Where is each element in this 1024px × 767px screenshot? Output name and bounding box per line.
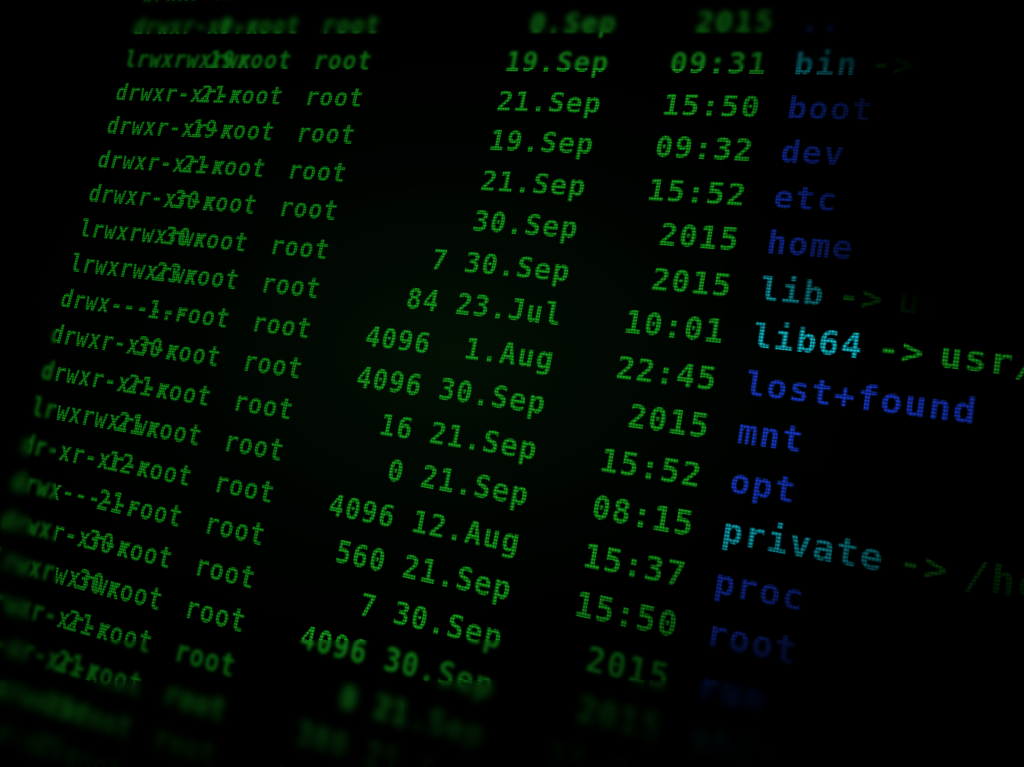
symlink-arrow-icon: -> (896, 539, 952, 595)
row-day: 30. (461, 245, 521, 285)
row-permissions: lrwxrwxrwx (121, 45, 256, 75)
row-owner: root (234, 45, 296, 76)
row-filename[interactable]: etc (771, 178, 841, 219)
row-day: 30. (435, 371, 496, 415)
row-day: 21. (477, 163, 537, 201)
symlink-arrow-icon: -> (835, 275, 888, 320)
terminal-screen-surface: drwxr-xr-x1.rootroot1.Sep15:53.drwxr-xr-… (0, 0, 1024, 767)
ls-listing: drwxr-xr-x1.rootroot1.Sep15:53.drwxr-xr-… (0, 0, 1024, 767)
row-time: 09:31 (666, 46, 771, 82)
row-owner: root (189, 222, 253, 259)
row-filename[interactable]: .. (798, 3, 845, 39)
row-size: 4096 (353, 360, 426, 405)
row-time: 15:50 (659, 87, 764, 126)
row-month: Sep (521, 207, 583, 247)
row-month: Sep (560, 6, 620, 40)
row-month: Sep (537, 125, 598, 162)
row-permissions: drwxr-xr-x (94, 145, 230, 182)
row-time: 09:32 (652, 129, 758, 170)
row-day: 30. (469, 204, 529, 243)
row-name-cell: boot (757, 86, 876, 133)
row-name-cell: bin -> usr/bin (764, 43, 1024, 91)
row-day: 19. (486, 124, 545, 160)
row-group: root (302, 81, 368, 114)
row-time: 2015 (693, 4, 778, 40)
row-owner: root (207, 150, 270, 184)
row-filename[interactable]: lib (757, 269, 828, 314)
row-name-cell: .. (771, 0, 846, 43)
row-filename[interactable]: dev (778, 134, 848, 174)
row-filename[interactable]: boot (785, 90, 876, 129)
symlink-target: usr/bin (926, 46, 1024, 87)
row-size: 16 (376, 406, 418, 448)
row-group: root (275, 191, 343, 228)
row-group: root (293, 117, 360, 151)
row-permissions: drwxr-xr-x (112, 78, 247, 110)
symlink-arrow-icon: -> (874, 328, 928, 375)
row-month: Sep (513, 249, 575, 290)
row-name-cell: dev (750, 130, 848, 178)
row-day: 0. (526, 7, 568, 40)
row-permissions: drwxr-xr-x (103, 111, 239, 146)
row-permissions: drwxr-xr-x (130, 11, 264, 41)
row-day: 21. (494, 84, 552, 119)
terminal-macro-photograph: drwxr-xr-x1.rootroot1.Sep15:53.drwxr-xr-… (0, 0, 1024, 767)
row-owner: root (198, 186, 261, 221)
row-month: Sep (529, 166, 590, 204)
row-group: root (284, 154, 351, 189)
row-owner: root (216, 115, 279, 148)
row-filename[interactable]: bin (792, 46, 861, 83)
row-size (408, 5, 501, 6)
row-filename[interactable]: mnt (735, 411, 807, 461)
row-month: Sep (545, 85, 606, 121)
row-group: root (319, 9, 384, 40)
row-owner: root (242, 10, 304, 40)
symlink-arrow-icon: -> (868, 46, 919, 84)
row-filename[interactable]: lib64 (750, 316, 867, 368)
row-group: root (310, 45, 376, 77)
row-owner: root (225, 80, 287, 111)
row-name-cell: etc (743, 174, 842, 225)
row-filename[interactable]: opt (727, 460, 800, 512)
row-day: 19. (502, 46, 560, 79)
row-filename[interactable]: home (764, 223, 857, 268)
row-month: Sep (553, 46, 613, 80)
